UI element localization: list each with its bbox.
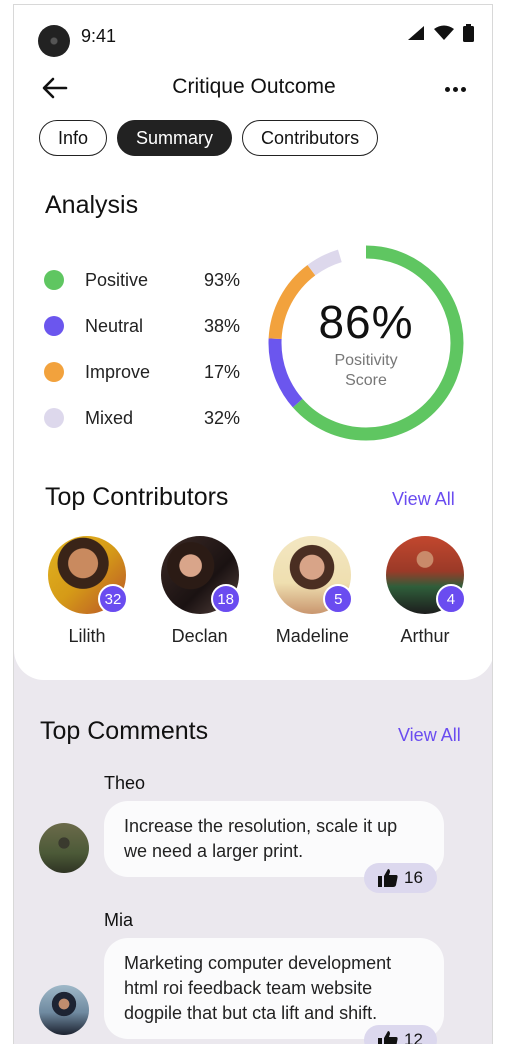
tab-summary[interactable]: Summary	[117, 120, 233, 156]
legend-label: Improve	[85, 361, 151, 382]
legend-item-neutral: Neutral 38%	[44, 303, 240, 349]
contributors-view-all-link[interactable]: View All	[392, 489, 455, 510]
contributor-name: Declan	[171, 626, 228, 646]
improve-dot	[44, 362, 64, 382]
positivity-score-label: Positivity Score	[334, 352, 398, 389]
score-center: 86% Positivity Score	[268, 245, 464, 441]
analysis-legend: Positive 93% Neutral 38% Improve 17% Mix…	[44, 257, 240, 441]
neutral-dot	[44, 316, 64, 336]
comments-view-all-link[interactable]: View All	[398, 725, 461, 746]
summary-card: 9:41 Critique Outcome Info Summary Contr…	[14, 5, 492, 680]
phone-screen: 9:41 Critique Outcome Info Summary Contr…	[13, 4, 493, 1044]
signal-icon	[408, 26, 424, 40]
contributor-item[interactable]: 32 Lilith	[39, 536, 135, 647]
contributors-list: 32 Lilith 18 Declan 5 Madeline 4 Arthur	[39, 536, 473, 647]
legend-label: Neutral	[85, 315, 144, 336]
comment-bubble: Marketing computer development html roi …	[104, 938, 444, 1039]
mixed-dot	[44, 408, 64, 428]
page-title: Critique Outcome	[172, 75, 336, 98]
battery-icon	[463, 24, 474, 42]
status-icons	[407, 24, 474, 42]
legend-item-positive: Positive 93%	[44, 257, 240, 303]
like-button[interactable]: 12	[364, 1025, 437, 1044]
contribution-count-badge: 18	[210, 584, 241, 614]
comment-author: Mia	[104, 910, 134, 930]
positive-dot	[44, 270, 64, 290]
more-options-button[interactable]	[440, 75, 470, 103]
tab-bar: Info Summary Contributors	[39, 120, 379, 156]
tab-contributors[interactable]: Contributors	[242, 120, 379, 156]
analysis-title: Analysis	[45, 191, 139, 219]
camera-icon	[38, 25, 70, 57]
wifi-icon	[434, 25, 454, 40]
legend-item-improve: Improve 17%	[44, 349, 240, 395]
contributor-item[interactable]: 4 Arthur	[377, 536, 473, 647]
like-count: 12	[404, 1030, 423, 1044]
avatar[interactable]	[39, 823, 89, 873]
legend-value: 17%	[203, 361, 240, 382]
contributor-name: Madeline	[275, 626, 349, 646]
legend-label: Mixed	[85, 407, 134, 428]
tab-info[interactable]: Info	[39, 120, 108, 156]
legend-value: 93%	[203, 269, 240, 290]
top-contributors-title: Top Contributors	[45, 483, 229, 511]
contributor-item[interactable]: 5 Madeline	[264, 536, 360, 647]
positivity-score-value: 86%	[318, 296, 414, 348]
like-button[interactable]: 16	[364, 863, 437, 893]
like-count: 16	[404, 868, 423, 887]
contribution-count-badge: 4	[435, 584, 466, 614]
more-icon	[444, 86, 450, 92]
thumbs-up-icon	[378, 1031, 398, 1044]
contribution-count-badge: 32	[98, 584, 128, 614]
top-comments-title: Top Comments	[40, 717, 209, 745]
contributor-name: Arthur	[400, 626, 450, 646]
legend-value: 32%	[203, 407, 240, 428]
status-time: 9:41	[81, 26, 117, 46]
contributor-name: Lilith	[68, 626, 106, 646]
legend-item-mixed: Mixed 32%	[44, 395, 240, 441]
thumbs-up-icon	[378, 869, 398, 887]
contribution-count-badge: 5	[323, 584, 354, 614]
avatar[interactable]	[39, 985, 89, 1035]
comment-author: Theo	[104, 773, 146, 793]
legend-label: Positive	[85, 269, 149, 290]
legend-value: 38%	[203, 315, 240, 336]
contributor-item[interactable]: 18 Declan	[152, 536, 248, 647]
